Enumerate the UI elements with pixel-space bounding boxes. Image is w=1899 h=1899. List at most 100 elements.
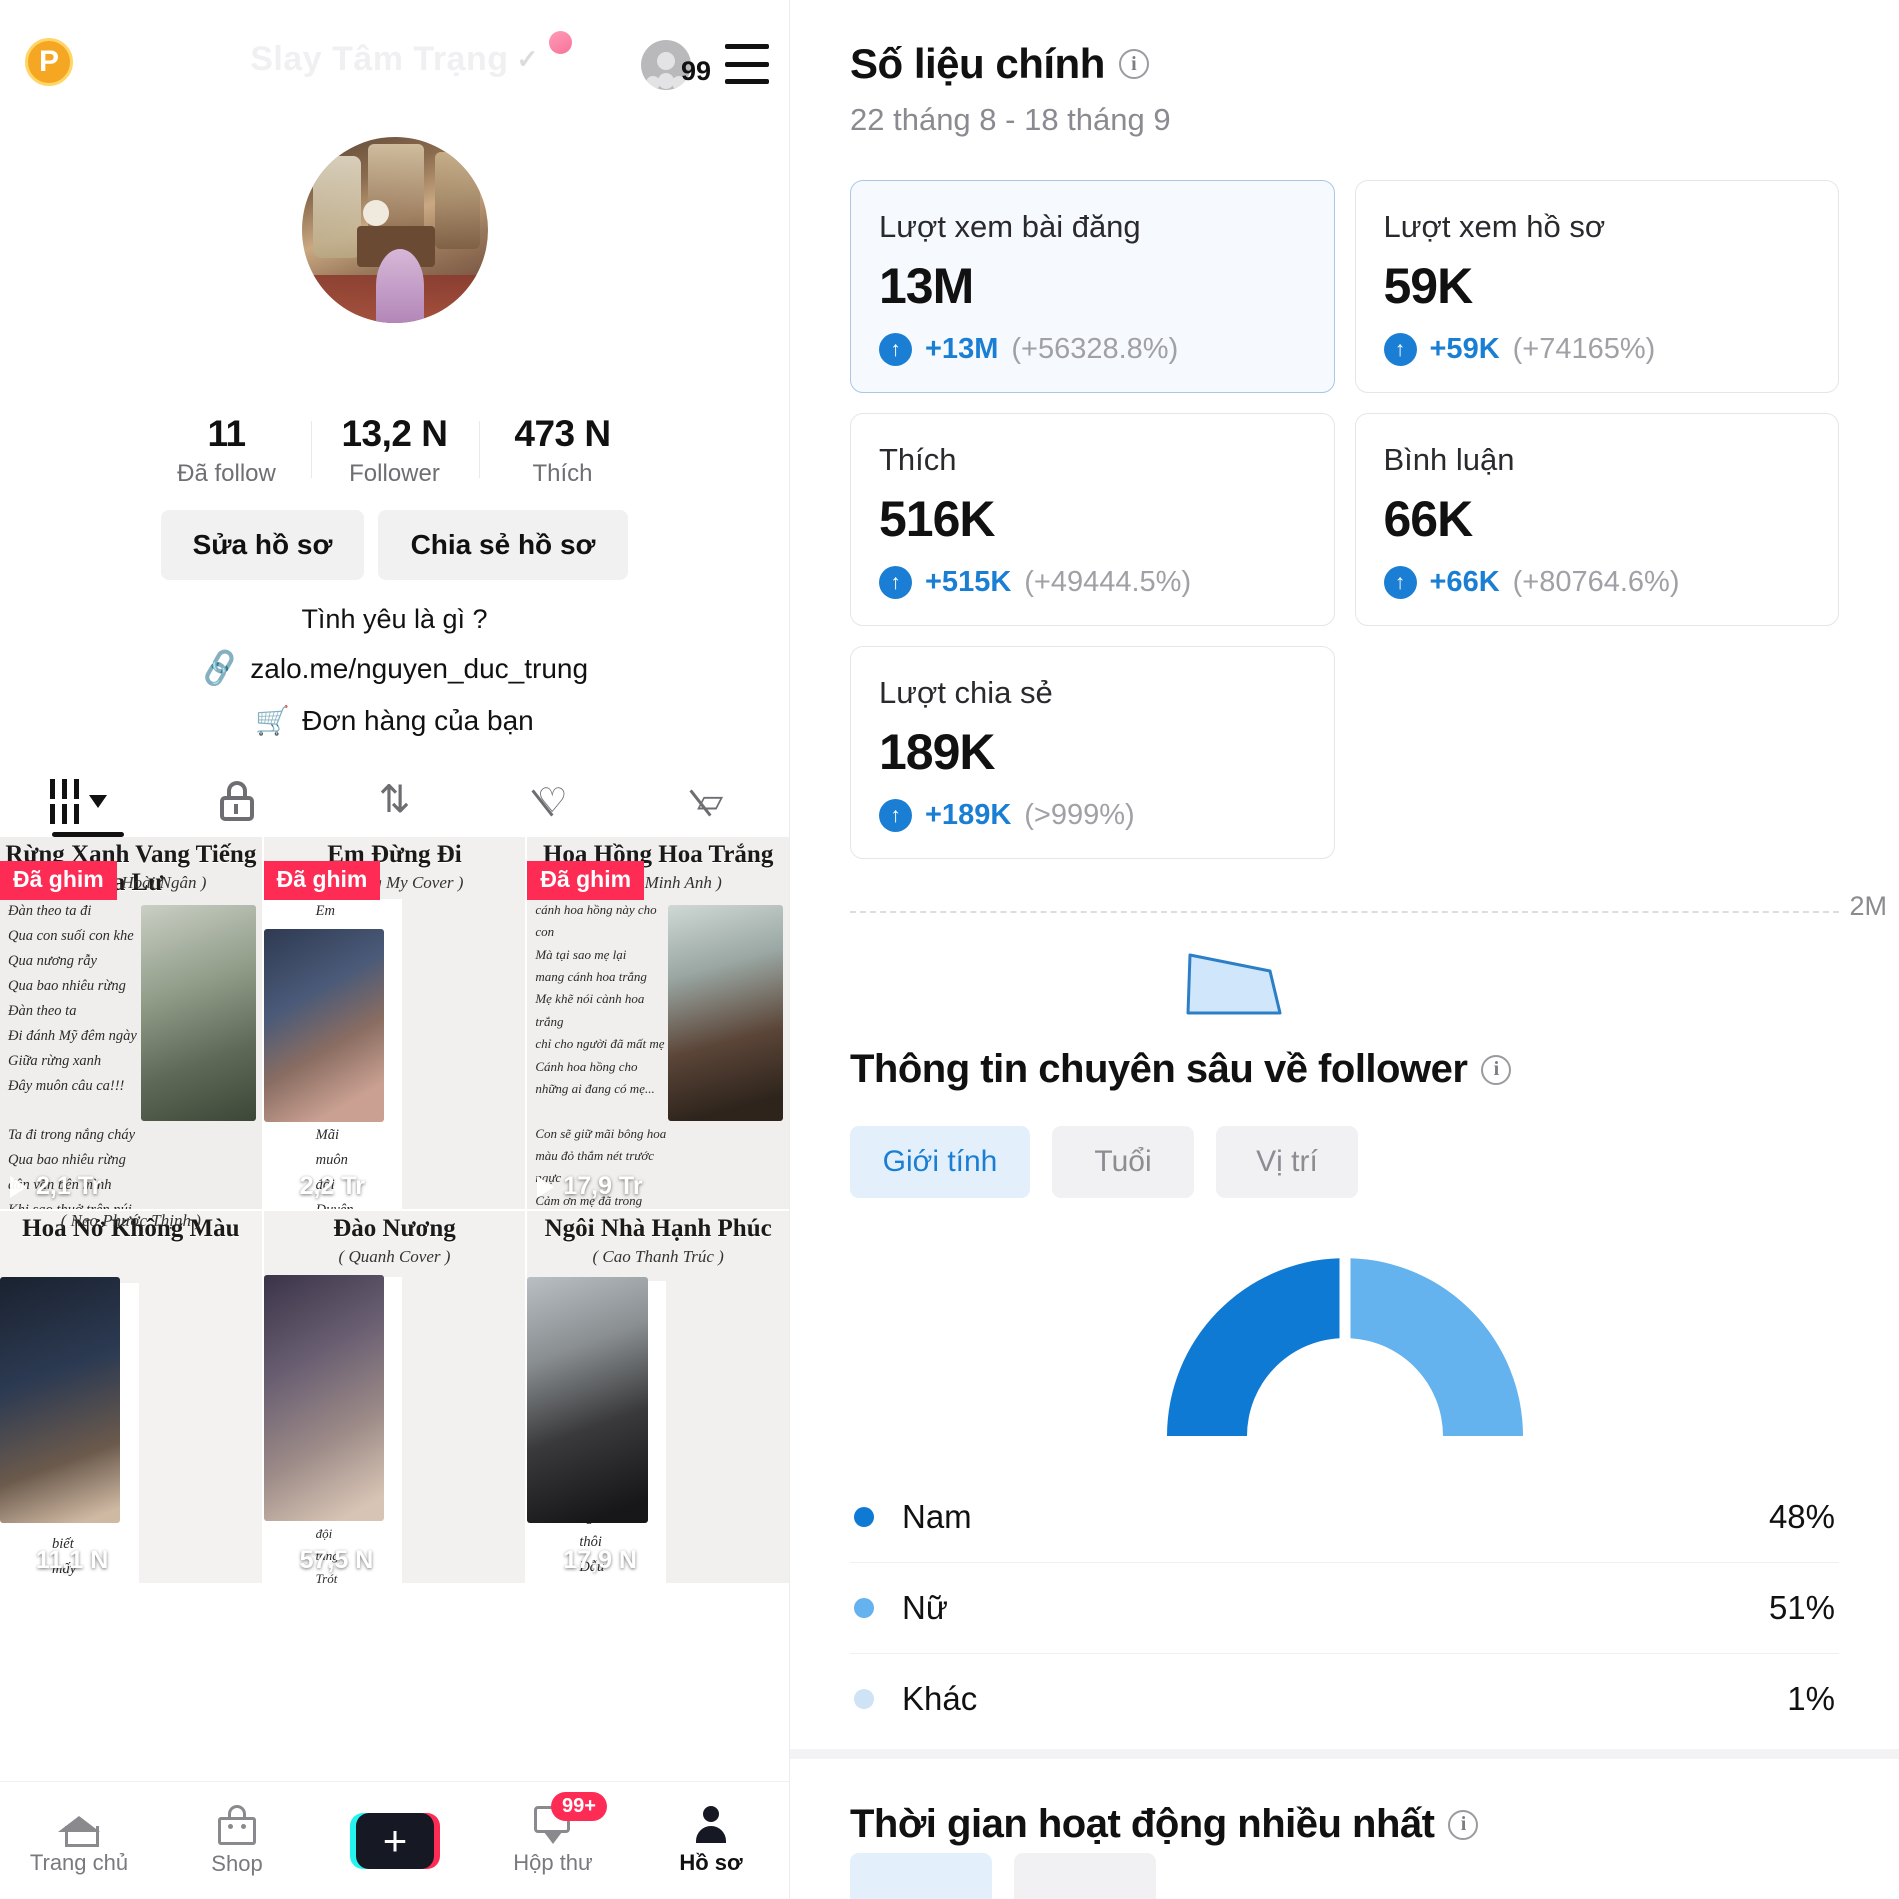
activity-title: Thời gian hoạt động nhiều nhất — [850, 1802, 1435, 1846]
shopping-cart-icon: 🛒 — [255, 705, 291, 736]
metric-delta-value: +13M — [925, 333, 999, 365]
page-title: Slay Tâm Trạng ✓ — [250, 40, 539, 79]
video-cell[interactable]: Em Đừng Đi ( Quang My Cover ) Em đừng đi… — [263, 837, 526, 1209]
stat-likes-value: 473 N — [514, 413, 611, 454]
stat-following[interactable]: 11 Đã follow — [143, 413, 311, 488]
tab-gender[interactable]: Giới tính — [850, 1126, 1030, 1198]
metric-delta: ↑ +59K (+74165%) — [1383, 333, 1811, 366]
metric-value: 59K — [1383, 258, 1474, 314]
video-cell[interactable]: Hoa Hồng Hoa Trắng ( Ngọc Minh Anh ) cán… — [527, 837, 789, 1209]
tab-age[interactable]: Tuổi — [1052, 1126, 1194, 1198]
nav-item-shop[interactable]: Shop — [158, 1804, 316, 1877]
section-divider — [790, 1749, 1899, 1759]
profile-person-icon — [692, 1805, 730, 1844]
sidebar-item-private-tab[interactable] — [158, 781, 316, 821]
info-icon[interactable]: i — [1118, 49, 1149, 79]
nav-label-home: Trang chủ — [29, 1849, 129, 1875]
video-view-count-text: 57,5 N — [299, 1546, 374, 1574]
video-slash-icon: ▱ — [689, 781, 729, 821]
stat-following-label: Đã follow — [177, 460, 276, 487]
profile-actions: Sửa hồ sơ Chia sẻ hồ sơ — [0, 510, 789, 580]
profile-link-text: zalo.me/nguyen_duc_trung — [250, 652, 589, 684]
metric-delta: ↑ +515K (+49444.5%) — [879, 566, 1306, 599]
video-view-count-text: 11,1 N — [36, 1546, 109, 1574]
info-icon[interactable]: i — [1448, 1809, 1479, 1840]
activity-tab-2[interactable] — [1014, 1853, 1156, 1899]
video-thumbnail-photo — [527, 1277, 648, 1523]
video-view-count: 17,9 Tr — [537, 1172, 643, 1201]
bottom-navigation: Trang chủ Shop + 99+ Hộp thư Hồ sơ — [0, 1781, 789, 1899]
avatar-badge-count: 99 — [680, 56, 711, 86]
stat-followers-label: Follower — [349, 460, 440, 487]
pinned-badge: Đã ghim — [263, 861, 381, 900]
legend-row-nam: Nam 48% — [850, 1472, 1839, 1563]
tab-location[interactable]: Vị trí — [1216, 1126, 1358, 1198]
activity-tab-1[interactable] — [850, 1853, 992, 1899]
video-view-count: 11,1 N — [10, 1546, 108, 1575]
gauge-segment-nu — [1350, 1258, 1523, 1436]
video-thumbnail-photo — [0, 1277, 121, 1523]
share-profile-button[interactable]: Chia sẻ hồ sơ — [378, 510, 628, 580]
menu-hamburger-icon[interactable] — [725, 44, 769, 84]
video-thumbnail-photo — [140, 905, 256, 1121]
page-title-text: Slay Tâm Trạng — [250, 40, 509, 78]
nav-item-profile[interactable]: Hồ sơ — [632, 1805, 789, 1876]
activity-header: Thời gian hoạt động nhiều nhất i — [850, 1802, 1479, 1847]
video-subtitle: ( Neo Phước Thịnh ) — [60, 1211, 201, 1230]
legend-label-nam: Nam — [902, 1498, 972, 1535]
play-icon — [10, 1549, 27, 1572]
metric-card-shares[interactable]: Lượt chia sẻ 189K ↑ +189K (>999%) — [850, 646, 1335, 859]
edit-profile-button[interactable]: Sửa hồ sơ — [161, 510, 364, 580]
video-lyrics: Đàn theo ta đi Qua con suối con khe Qua … — [8, 903, 137, 1209]
nav-label-profile: Hồ sơ — [679, 1849, 743, 1875]
metric-value: 66K — [1383, 491, 1474, 547]
metric-label: Lượt xem bài đăng — [879, 209, 1141, 244]
legend-dot-nam — [854, 1507, 874, 1527]
verified-check-icon: ✓ — [516, 44, 539, 74]
orders-link[interactable]: 🛒 Đơn hàng của bạn — [0, 704, 789, 737]
metric-label: Bình luận — [1383, 442, 1515, 477]
video-cell[interactable]: Rừng Xanh Vang Tiếng Ta Lư ( Nguyễn Hoài… — [0, 837, 262, 1209]
metric-card-profile-views[interactable]: Lượt xem hồ sơ 59K ↑ +59K (+74165%) — [1354, 180, 1839, 393]
arrow-up-icon: ↑ — [879, 333, 912, 366]
sidebar-item-hidden-tab[interactable]: ▱ — [631, 781, 789, 821]
coin-badge-icon[interactable]: P — [25, 38, 73, 86]
legend-row-nu: Nữ 51% — [850, 1563, 1839, 1654]
metric-delta-value: +515K — [925, 566, 1012, 598]
video-view-count-text: 17,9 N — [563, 1546, 637, 1574]
arrow-up-icon: ↑ — [879, 566, 912, 599]
nav-item-inbox[interactable]: 99+ Hộp thư — [474, 1791, 632, 1876]
metric-card-comments[interactable]: Bình luận 66K ↑ +66K (+80764.6%) — [1354, 413, 1839, 626]
play-icon — [10, 1175, 27, 1198]
profile-avatar[interactable] — [301, 137, 488, 323]
video-lyrics: cánh hoa hồng này cho con Mà tại sao mẹ … — [535, 902, 667, 1208]
metric-card-post-views[interactable]: Lượt xem bài đăng 13M ↑ +13M (+56328.8%) — [850, 180, 1335, 393]
video-title: Ngôi Nhà Hạnh Phúc — [544, 1215, 772, 1242]
metric-delta: ↑ +13M (+56328.8%) — [879, 333, 1306, 366]
gender-legend: Nam 48% Nữ 51% Khác 1% — [850, 1472, 1839, 1744]
play-icon — [273, 1175, 291, 1198]
nav-item-home[interactable]: Trang chủ — [0, 1806, 158, 1876]
video-cell[interactable]: Ngôi Nhà Hạnh Phúc ( Cao Thanh Trúc ) Dù… — [527, 1211, 789, 1583]
metric-label: Lượt xem hồ sơ — [1383, 209, 1606, 244]
video-cell[interactable]: Đào Nương ( Quanh Cover ) Liệu nhân gian… — [263, 1211, 526, 1583]
info-icon[interactable]: i — [1481, 1054, 1512, 1085]
activity-tabs — [850, 1853, 1156, 1899]
sidebar-item-grid-tab[interactable] — [0, 778, 158, 824]
video-cell[interactable]: Hoa Nở Không Màu ( Neo Phước Thịnh ) Giờ… — [0, 1211, 262, 1583]
stat-followers[interactable]: 13,2 N Follower — [310, 413, 479, 488]
legend-label-khac: Khác — [902, 1680, 978, 1717]
stat-likes[interactable]: 473 N Thích — [478, 413, 647, 488]
video-thumbnail-photo — [667, 905, 783, 1121]
profile-link[interactable]: 🔗 zalo.me/nguyen_duc_trung — [0, 648, 789, 690]
metric-card-likes[interactable]: Thích 516K ↑ +515K (+49444.5%) — [850, 413, 1335, 626]
nav-item-create[interactable]: + — [316, 1812, 474, 1869]
sidebar-item-repost-tab[interactable]: ⇅ — [316, 781, 474, 821]
sidebar-item-liked-tab[interactable]: ♡ — [473, 781, 631, 821]
gauge-segment-nam — [1166, 1258, 1339, 1436]
nav-label-shop: Shop — [211, 1850, 263, 1876]
legend-label-nu: Nữ — [902, 1589, 948, 1626]
metric-delta-value: +189K — [925, 799, 1012, 831]
metric-delta-percent: (+74165%) — [1512, 333, 1656, 365]
metric-delta-percent: (+56328.8%) — [1011, 333, 1179, 365]
